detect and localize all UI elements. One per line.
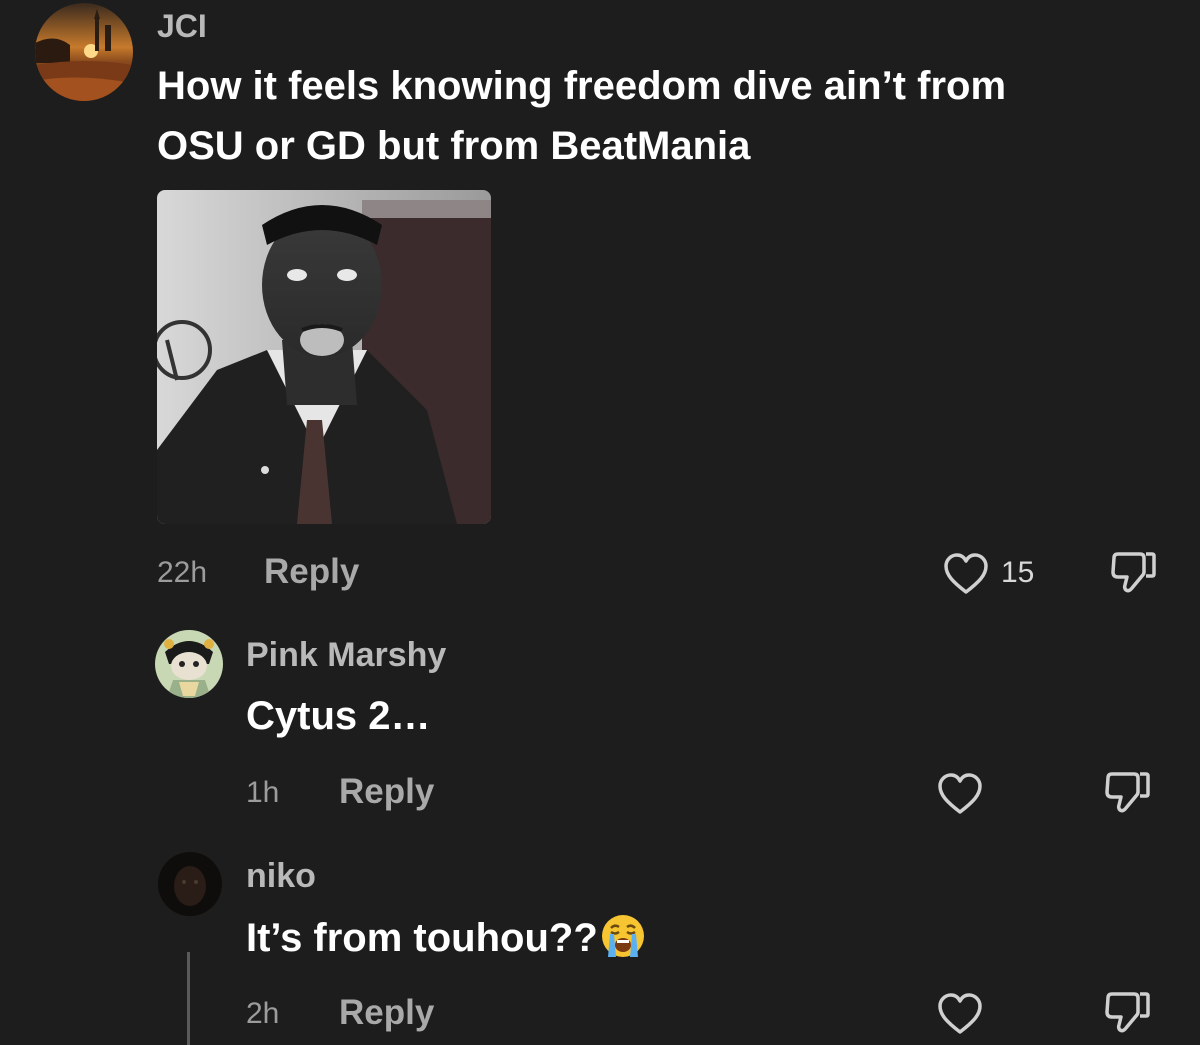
reply-avatar-niko[interactable] [158, 852, 222, 916]
reply-text: Cytus 2… [246, 694, 431, 738]
like-count: 15 [1001, 556, 1035, 589]
reply-timestamp: 1h [246, 776, 280, 809]
comment-author[interactable]: JCI [157, 8, 207, 45]
comment-text-line1: How it feels knowing freedom dive ain’t … [157, 64, 1007, 108]
comment-text-line2: OSU or GD but from BeatMania [157, 124, 751, 168]
commenter-avatar[interactable] [35, 3, 133, 101]
comment-reply-button[interactable]: Reply [264, 552, 359, 592]
reply-timestamp: 2h [246, 997, 280, 1030]
reply-text-row: It’s from touhou?? [246, 913, 646, 969]
heart-outline-icon[interactable] [943, 552, 989, 596]
thumbs-down-icon[interactable] [1108, 550, 1158, 598]
reply-reply-button[interactable]: Reply [339, 772, 434, 812]
heart-outline-icon[interactable] [937, 992, 983, 1036]
reply-author[interactable]: niko [246, 857, 316, 896]
thumbs-down-icon[interactable] [1102, 770, 1152, 818]
comment-image[interactable] [157, 190, 491, 524]
reply-text: It’s from touhou?? [246, 916, 598, 960]
loudly-crying-face-emoji [600, 913, 646, 969]
reply-reply-button[interactable]: Reply [339, 993, 434, 1033]
reply-author[interactable]: Pink Marshy [246, 636, 446, 675]
comment-timestamp: 22h [157, 556, 208, 589]
thumbs-down-icon[interactable] [1102, 990, 1152, 1038]
heart-outline-icon[interactable] [937, 772, 983, 816]
reply-avatar-pink-marshy[interactable] [155, 630, 223, 698]
thread-line [187, 952, 190, 1045]
